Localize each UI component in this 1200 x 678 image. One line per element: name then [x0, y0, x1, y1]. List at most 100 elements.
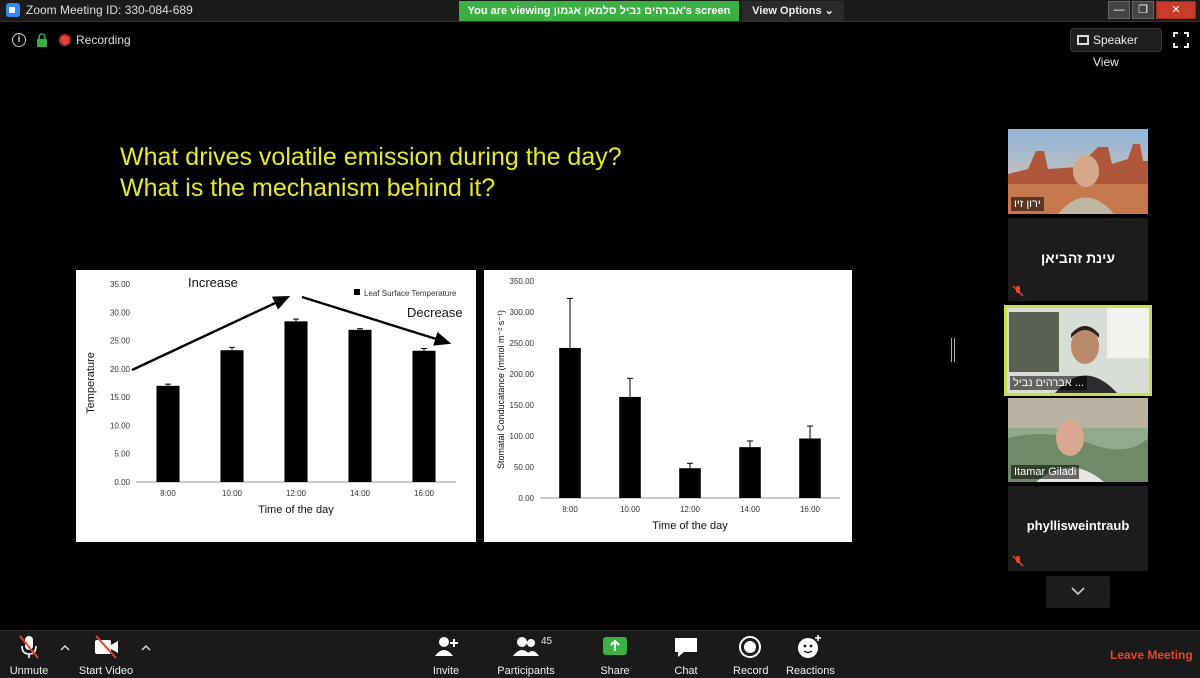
x-tick-label: 16:00 [800, 505, 821, 514]
y-tick-label: 0.00 [518, 494, 534, 503]
participant-tile-5[interactable]: phyllisweintraub [1008, 486, 1148, 571]
y-tick-label: 35.00 [110, 280, 131, 289]
share-screen-button[interactable]: Share Screen [584, 634, 646, 678]
x-tick-label: 16:00 [414, 489, 435, 498]
slide-title: What drives volatile emission during the… [120, 142, 622, 204]
bar-10:00 [619, 396, 641, 498]
fullscreen-icon[interactable] [1173, 32, 1189, 48]
participants-label: Participants [497, 665, 555, 677]
participants-icon [513, 637, 539, 656]
add-person-icon [435, 637, 458, 656]
bar-10:00 [220, 350, 244, 482]
x-tick-label: 14:00 [350, 489, 371, 498]
reactions-label: Reactions [786, 665, 835, 677]
y-tick-label: 0.00 [114, 478, 130, 487]
bar-12:00 [284, 321, 308, 482]
temperature-chart: 0.00 5.00 10.00 15.00 20.00 25.00 30.00 35.00 8:… [76, 270, 476, 542]
unmute-button[interactable]: Unmute [8, 634, 50, 677]
increase-arrow [131, 295, 291, 372]
video-off-icon [95, 635, 118, 659]
x-tick-label: 12:00 [680, 505, 701, 514]
record-label: Record [733, 665, 769, 677]
window-controls: — ❐ ✕ [1108, 1, 1196, 19]
speaker-view-icon [1077, 35, 1089, 45]
meeting-toolbar: Unmute Start Video Invite Participants 4… [0, 630, 1200, 678]
stomatal-conductance-chart: 0.00 50.00 100.00 150.00 200.00 250.00 300.00 3… [484, 270, 852, 542]
reactions-button[interactable]: Reactions [786, 634, 835, 677]
y-tick-label: 100.00 [510, 432, 535, 441]
x-tick-label: 12:00 [286, 489, 307, 498]
y-tick-label: 5.00 [114, 450, 130, 459]
y-tick-label: 20.00 [110, 365, 131, 374]
participant-name: אברהים נביל ... [1010, 376, 1087, 390]
y-axis-title: Temperature [85, 352, 97, 414]
record-icon [739, 636, 761, 658]
chat-label: Chat [674, 665, 698, 677]
participants-count: 45 [541, 636, 553, 647]
x-tick-label: 10:00 [620, 505, 641, 514]
bar-16:00 [799, 438, 821, 498]
reactions-smiley-icon [798, 635, 821, 658]
recording-label: Recording [76, 33, 131, 47]
panel-resize-handle[interactable] [951, 338, 955, 362]
bar-14:00 [739, 447, 761, 498]
slide-title-line-2: What is the mechanism behind it? [120, 174, 496, 202]
invite-button[interactable]: Invite [426, 634, 466, 677]
participants-scroll-down-button[interactable] [1046, 576, 1110, 608]
y-tick-label: 200.00 [510, 370, 535, 379]
start-video-label: Start Video [78, 665, 134, 677]
participant-tile-3-active-speaker[interactable]: אברהים נביל ... [1004, 305, 1152, 396]
muted-mic-icon [1012, 285, 1024, 297]
meeting-id-label: Zoom Meeting ID: 330-084-689 [26, 3, 193, 17]
audio-options-caret-icon[interactable] [60, 643, 70, 653]
decrease-arrow [301, 295, 452, 346]
speaker-view-button[interactable]: Speaker View [1070, 28, 1162, 69]
y-tick-label: 10.00 [110, 421, 131, 430]
participant-name: ירון זיו [1011, 197, 1044, 211]
y-tick-label: 350.00 [510, 277, 535, 286]
participant-name-center: עינת זהביאן [1040, 250, 1116, 266]
participant-tile-4[interactable]: Itamar Giladi [1008, 398, 1148, 482]
share-screen-icon [603, 637, 627, 655]
slide-title-line-1: What drives volatile emission during the… [120, 143, 622, 171]
unmute-label: Unmute [9, 665, 49, 677]
bar-16:00 [412, 350, 436, 482]
muted-mic-icon [1012, 555, 1024, 567]
record-button[interactable]: Record [733, 634, 769, 677]
meeting-info-icon[interactable]: i [12, 33, 26, 47]
participant-tile-1[interactable]: ירון זיו [1008, 129, 1148, 214]
video-options-caret-icon[interactable] [141, 643, 151, 653]
chat-icon [675, 638, 697, 657]
muted-microphone-icon [19, 635, 39, 659]
annotation-increase: Increase [188, 275, 238, 290]
close-button[interactable]: ✕ [1156, 1, 1196, 19]
stomatal-chart-svg: 0.00 50.00 100.00 150.00 200.00 250.00 300.00 3… [496, 277, 840, 532]
viewing-screen-banner: You are viewing אברהים נביל סלמאן אגמון'… [459, 1, 739, 21]
y-tick-label: 250.00 [510, 339, 535, 348]
x-tick-label: 14:00 [740, 505, 761, 514]
invite-label: Invite [432, 665, 460, 677]
legend-swatch [354, 289, 360, 295]
recording-icon [59, 34, 71, 46]
y-tick-label: 30.00 [110, 308, 131, 317]
view-options-button[interactable]: View Options ⌄ [742, 1, 844, 21]
minimize-button[interactable]: — [1108, 1, 1130, 19]
y-tick-label: 25.00 [110, 337, 131, 346]
x-tick-label: 10:00 [222, 489, 243, 498]
y-tick-label: 50.00 [514, 463, 535, 472]
window-titlebar: Zoom Meeting ID: 330-084-689 You are vie… [0, 0, 1200, 22]
y-axis-title: Stomatal Conducatance (mmol m⁻² s⁻¹) [496, 310, 506, 469]
bar-8:00 [559, 347, 581, 498]
y-tick-label: 15.00 [110, 393, 131, 402]
maximize-button[interactable]: ❐ [1132, 1, 1154, 19]
encryption-lock-icon[interactable] [36, 33, 48, 47]
chat-button[interactable]: Chat [672, 634, 700, 677]
temperature-chart-svg: 0.00 5.00 10.00 15.00 20.00 25.00 30.00 35.00 8:… [85, 275, 463, 516]
annotation-decrease: Decrease [407, 305, 463, 320]
start-video-button[interactable]: Start Video [78, 634, 134, 677]
legend-label: Leaf Surface Temperature [364, 289, 457, 298]
speaker-view-label: Speaker View [1093, 33, 1138, 69]
chevron-down-icon [1071, 587, 1085, 596]
participant-tile-2[interactable]: עינת זהביאן [1008, 218, 1148, 301]
leave-meeting-button[interactable]: Leave Meeting [1110, 648, 1193, 662]
